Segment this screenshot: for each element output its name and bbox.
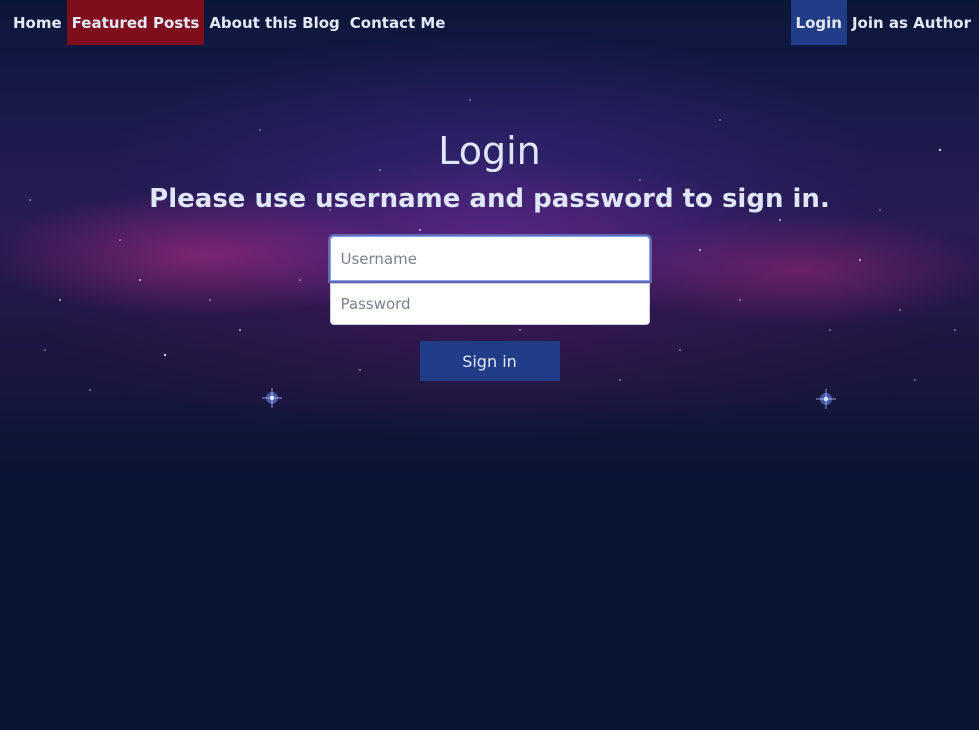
- navbar: Home Featured Posts About this Blog Cont…: [0, 0, 979, 45]
- password-input[interactable]: [329, 283, 650, 325]
- login-form: Sign in: [329, 236, 650, 381]
- page-title: Login: [438, 129, 541, 173]
- nav-about-blog-link[interactable]: About this Blog: [204, 0, 344, 45]
- nav-home-link[interactable]: Home: [0, 0, 67, 45]
- nav-join-author-link[interactable]: Join as Author: [847, 0, 979, 45]
- nav-featured-posts-link[interactable]: Featured Posts: [66, 0, 205, 45]
- nav-contact-link[interactable]: Contact Me: [345, 0, 451, 45]
- nav-left: Home Featured Posts About this Blog Cont…: [0, 0, 450, 45]
- page: Home Featured Posts About this Blog Cont…: [0, 0, 979, 730]
- login-instructions: Please use username and password to sign…: [149, 184, 830, 214]
- galaxy-fade: [0, 400, 979, 510]
- nav-right: Login Join as Author: [790, 0, 979, 45]
- sign-in-button[interactable]: Sign in: [419, 341, 560, 381]
- login-section: Login Please use username and password t…: [0, 128, 979, 381]
- username-input[interactable]: [329, 236, 650, 281]
- nav-login-link[interactable]: Login: [790, 0, 847, 45]
